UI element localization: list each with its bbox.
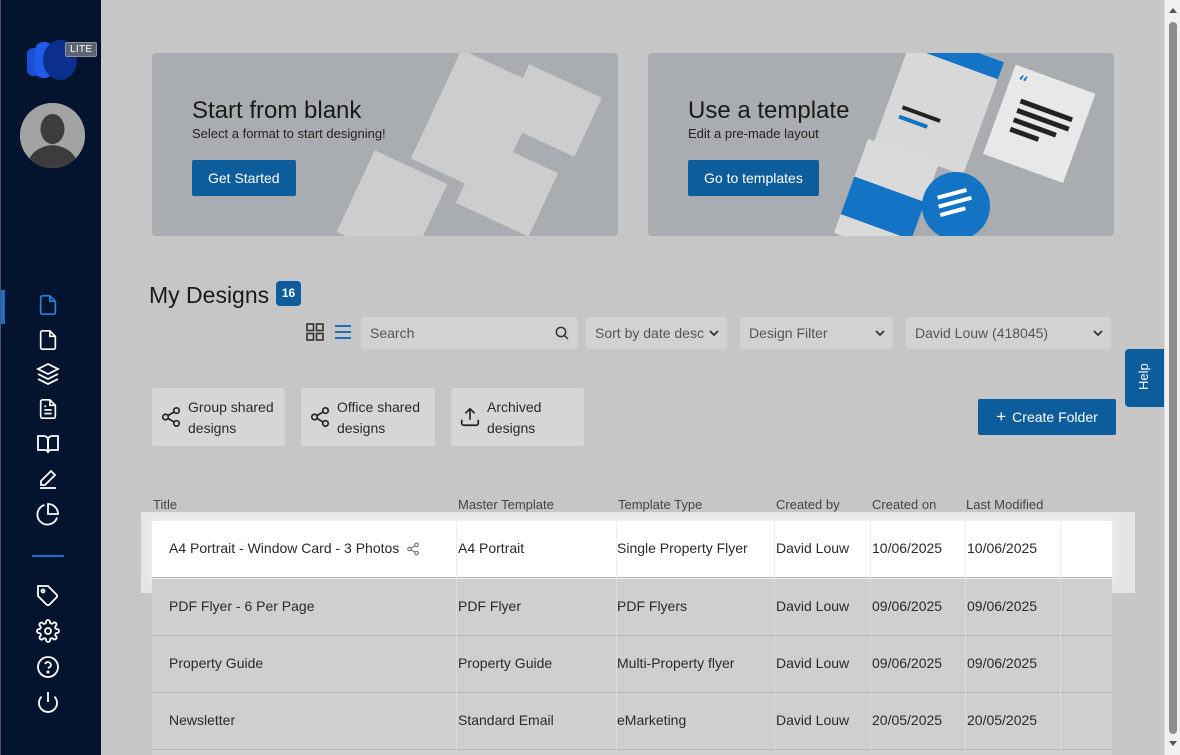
use-template-card[interactable]: “ Use a template Edit a pre-made layout … <box>648 53 1114 236</box>
plus-icon: + <box>996 407 1007 426</box>
cell-master-template: PDF Flyer <box>458 598 521 614</box>
column-header-last-modified[interactable]: Last Modified <box>966 497 1043 512</box>
user-select-value: David Louw (418045) <box>915 325 1049 341</box>
tile-label: Office shared designs <box>337 399 421 436</box>
table-row[interactable]: PDF Flyer - 6 Per Page PDF Flyer PDF Fly… <box>152 579 1112 636</box>
nav-active-indicator <box>1 290 5 324</box>
design-count-badge: 16 <box>276 281 301 306</box>
create-folder-button[interactable]: + Create Folder <box>978 399 1116 435</box>
cell-title[interactable]: Newsletter <box>169 712 235 728</box>
list-view-icon[interactable] <box>333 322 353 342</box>
lite-badge: LITE <box>65 42 98 57</box>
cell-title[interactable]: A4 Portrait - Window Card - 3 Photos <box>169 540 399 556</box>
cell-last-modified: 09/06/2025 <box>967 598 1038 614</box>
card-subtitle: Select a format to start designing! <box>192 126 386 141</box>
column-header-created-by[interactable]: Created by <box>776 497 840 512</box>
cell-created-on: 20/05/2025 <box>872 712 943 728</box>
cell-master-template: A4 Portrait <box>458 540 525 556</box>
book-open-icon[interactable] <box>35 431 61 457</box>
cell-created-on: 09/06/2025 <box>872 655 943 671</box>
column-header-created-on[interactable]: Created on <box>872 497 936 512</box>
search-input[interactable]: Search <box>361 317 578 349</box>
office-shared-designs-tile[interactable]: Office shared designs <box>301 388 435 446</box>
layers-icon[interactable] <box>35 361 61 387</box>
cell-created-by: David Louw <box>776 655 850 671</box>
group-shared-designs-tile[interactable]: Group shared designs <box>152 388 285 446</box>
cell-created-on: 10/06/2025 <box>872 540 943 556</box>
nav-divider <box>32 555 64 557</box>
settings-icon[interactable] <box>35 618 61 644</box>
column-header-template-type[interactable]: Template Type <box>618 497 702 512</box>
archived-designs-tile[interactable]: Archived designs <box>451 388 584 446</box>
scroll-up-arrow[interactable] <box>1169 8 1177 13</box>
cell-last-modified: 10/06/2025 <box>967 540 1038 556</box>
card-title: Start from blank <box>192 97 362 124</box>
cell-last-modified: 20/05/2025 <box>967 712 1038 728</box>
cell-created-by: David Louw <box>776 598 850 614</box>
sort-select-value: Sort by date desc <box>595 325 704 341</box>
tile-label: Group shared designs <box>188 399 274 436</box>
start-from-blank-card[interactable]: Start from blank Select a format to star… <box>152 53 618 236</box>
cell-title[interactable]: PDF Flyer - 6 Per Page <box>169 598 315 614</box>
file-text-icon[interactable] <box>35 396 61 422</box>
get-started-button[interactable]: Get Started <box>192 160 296 196</box>
table-row[interactable]: Property Guide Property Guide Multi-Prop… <box>152 636 1112 693</box>
chevron-down-icon <box>709 330 719 337</box>
cell-created-by: David Louw <box>776 712 850 728</box>
cell-title[interactable]: Property Guide <box>169 655 263 671</box>
cell-template-type: eMarketing <box>617 712 687 728</box>
upload-icon <box>460 407 480 427</box>
scroll-thumb[interactable] <box>1169 22 1177 734</box>
cell-master-template: Property Guide <box>458 655 553 671</box>
table-row[interactable]: A4 Portrait - Window Card - 3 Photos A4 … <box>152 521 1112 578</box>
table-row[interactable] <box>152 750 1112 755</box>
design-filter-value: Design Filter <box>749 325 828 341</box>
share-icon[interactable] <box>406 542 420 556</box>
cell-template-type: PDF Flyers <box>617 598 687 614</box>
column-header-master-template[interactable]: Master Template <box>458 497 554 512</box>
tag-icon[interactable] <box>35 583 61 609</box>
card-title: Use a template <box>688 97 850 124</box>
document-icon[interactable] <box>35 327 61 353</box>
power-icon[interactable] <box>35 689 61 715</box>
tile-label: Archived designs <box>487 399 542 436</box>
cell-created-by: David Louw <box>776 540 850 556</box>
help-tab[interactable]: Help <box>1125 349 1164 407</box>
create-folder-label: Create Folder <box>1012 409 1098 425</box>
scrollbar[interactable] <box>1164 0 1180 755</box>
search-icon[interactable] <box>554 325 570 341</box>
cell-template-type: Multi-Property flyer <box>617 655 735 671</box>
section-title: My Designs <box>149 282 270 308</box>
help-circle-icon[interactable] <box>35 654 61 680</box>
cell-template-type: Single Property Flyer <box>617 540 748 556</box>
avatar[interactable] <box>20 103 85 168</box>
pie-chart-icon[interactable] <box>35 501 61 527</box>
cell-created-on: 09/06/2025 <box>872 598 943 614</box>
edit-icon[interactable] <box>35 466 61 492</box>
go-to-templates-button[interactable]: Go to templates <box>688 160 819 196</box>
designs-icon[interactable] <box>35 292 61 318</box>
chevron-down-icon <box>1093 330 1103 337</box>
sidebar: LITE <box>0 0 101 755</box>
search-placeholder: Search <box>370 325 415 341</box>
scroll-down-arrow[interactable] <box>1169 741 1177 746</box>
cell-master-template: Standard Email <box>458 712 554 728</box>
table-row[interactable]: Newsletter Standard Email eMarketing Dav… <box>152 693 1112 750</box>
user-select[interactable]: David Louw (418045) <box>906 317 1111 349</box>
grid-view-icon[interactable] <box>305 322 325 342</box>
share-icon <box>310 407 330 427</box>
chevron-down-icon <box>875 330 885 337</box>
help-label: Help <box>1136 363 1151 390</box>
sort-select[interactable]: Sort by date desc <box>586 317 727 349</box>
card-subtitle: Edit a pre-made layout <box>688 126 819 141</box>
column-header-title[interactable]: Title <box>153 497 177 512</box>
share-icon <box>161 407 181 427</box>
design-filter-select[interactable]: Design Filter <box>740 317 893 349</box>
main-content: Start from blank Select a format to star… <box>101 0 1164 755</box>
cell-last-modified: 09/06/2025 <box>967 655 1038 671</box>
